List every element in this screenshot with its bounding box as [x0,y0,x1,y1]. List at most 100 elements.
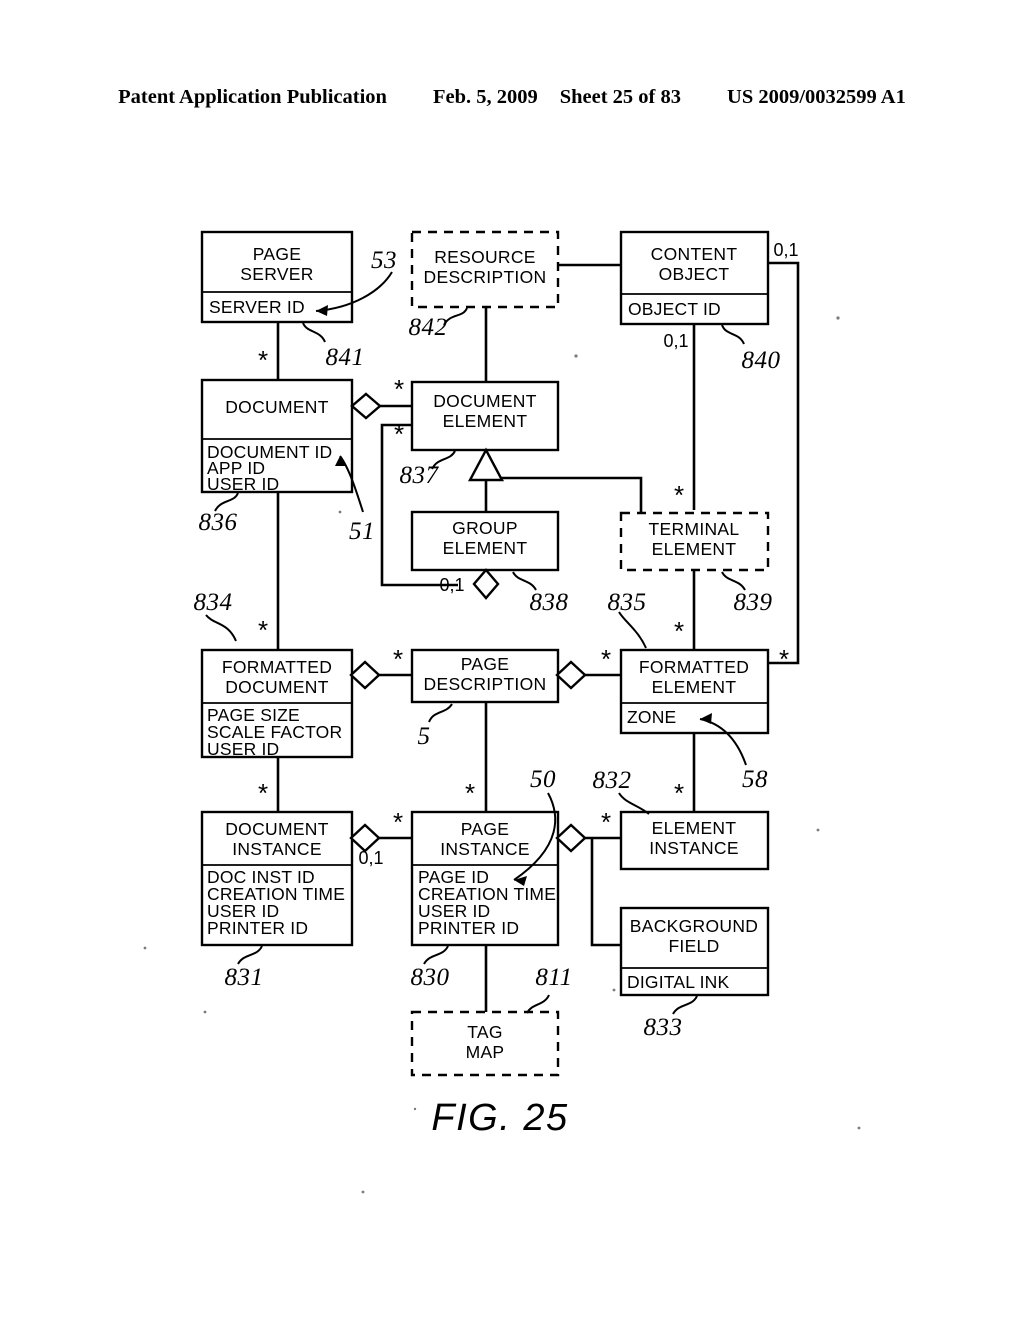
ref-840: 840 [742,347,781,374]
class-box-page-description[interactable]: PAGE DESCRIPTION [410,648,560,704]
class-name-content-object-line2: OBJECT [659,264,730,284]
ref-839: 839 [734,589,773,616]
class-name-formatted-document-line2: DOCUMENT [225,677,329,697]
class-name-page-server-line1: PAGE [253,244,302,264]
scan-speck [413,1107,417,1111]
scan-speck [816,828,820,832]
ref-832: 832 [593,767,632,794]
leader-838 [512,571,537,591]
patent-figure-page: Patent Application Publication Feb. 5, 2… [0,0,1024,1320]
class-name-tag-map-line1: TAG [467,1022,503,1042]
diamond-group-element-aggregation [472,568,500,600]
ref-838: 838 [530,589,569,616]
ref-51: 51 [349,518,375,545]
scan-speck [574,354,578,358]
scan-speck [143,946,147,950]
class-name-document: DOCUMENT [225,397,329,417]
class-box-document[interactable]: DOCUMENT DOCUMENT ID APP ID USER ID [200,378,354,494]
attr-printer-id-document-instance: PRINTER ID [207,918,308,938]
leader-831 [237,945,263,965]
class-name-document-instance-line1: DOCUMENT [225,819,329,839]
attr-printer-id-page-instance: PRINTER ID [418,918,519,938]
multiplicity-element-instance-left: * [601,807,611,837]
attr-user-id-document: USER ID [207,474,279,494]
class-name-document-instance-line2: INSTANCE [232,839,322,859]
attr-digital-ink: DIGITAL INK [627,972,729,992]
class-box-document-instance[interactable]: DOCUMENT INSTANCE DOC INST ID CREATION T… [200,810,354,947]
class-name-formatted-element-line1: FORMATTED [639,657,749,677]
scan-speck [203,1010,207,1014]
leader-830 [423,945,449,965]
class-name-document-element-line1: DOCUMENT [433,391,537,411]
link-content-object-formatted-element [768,261,800,665]
ref-833: 833 [644,1014,683,1041]
ref-50: 50 [530,766,556,793]
ref-58: 58 [742,766,768,793]
scan-speck [836,316,840,320]
class-box-terminal-element[interactable]: TERMINAL ELEMENT [619,511,770,572]
scan-speck [361,1190,365,1194]
multiplicity-content-object-bottom: 0,1 [663,331,688,351]
link-page-instance-background-field [590,838,621,947]
ref-837: 837 [400,462,440,489]
class-name-formatted-element-line2: ELEMENT [652,677,737,697]
ref-830: 830 [411,964,450,991]
class-name-element-instance-line2: INSTANCE [649,838,739,858]
leader-833 [672,995,698,1015]
class-box-page-instance[interactable]: PAGE INSTANCE PAGE ID CREATION TIME USER… [410,810,560,947]
scan-speck [857,1126,861,1130]
class-box-content-object[interactable]: CONTENT OBJECT OBJECT ID [619,230,770,326]
class-box-tag-map[interactable]: TAG MAP [410,1010,560,1077]
ref-834: 834 [194,589,233,616]
class-name-group-element-line1: GROUP [452,518,518,538]
ref-811: 811 [535,964,572,991]
class-name-resource-description-line1: RESOURCE [434,247,536,267]
leader-840 [721,324,745,345]
class-name-page-instance-line1: PAGE [461,819,510,839]
multiplicity-document-instance-right: 0,1 [358,848,383,868]
class-box-document-element[interactable]: DOCUMENT ELEMENT [410,380,560,452]
class-name-background-field-line1: BACKGROUND [630,916,758,936]
scan-speck [338,510,342,514]
class-box-element-instance[interactable]: ELEMENT INSTANCE [619,810,770,871]
leader-811 [526,994,550,1014]
multiplicity-page-instance-left: * [393,807,403,837]
link-generalization-branch [486,476,643,513]
ref-841: 841 [326,344,365,371]
attr-object-id: OBJECT ID [628,299,721,319]
class-name-terminal-element-line2: ELEMENT [652,539,737,559]
figure-label: FIG. 25 [431,1097,568,1139]
multiplicity-formatted-element-left: * [601,644,611,674]
leader-5 [428,703,453,723]
multiplicity-page-instance-top: * [465,778,475,808]
class-name-tag-map-line2: MAP [466,1042,505,1062]
ref-53: 53 [371,247,397,274]
multiplicity-formatted-element-top: * [674,616,684,646]
diamond-page-instance-aggregation [555,823,587,853]
multiplicity-document-instance-top: * [258,778,268,808]
class-name-element-instance-line1: ELEMENT [652,818,737,838]
class-name-group-element-line2: ELEMENT [443,538,528,558]
class-box-resource-description[interactable]: RESOURCE DESCRIPTION [410,230,560,309]
class-box-formatted-element[interactable]: FORMATTED ELEMENT ZONE [619,648,770,735]
ref-836: 836 [199,509,238,536]
ref-5: 5 [418,723,431,750]
attr-server-id: SERVER ID [209,297,305,317]
multiplicity-document-top: * [258,345,268,375]
multiplicity-formatted-document-top: * [258,615,268,645]
multiplicity-content-object-right: 0,1 [773,240,798,260]
scan-speck [612,988,616,992]
class-box-background-field[interactable]: BACKGROUND FIELD DIGITAL INK [619,906,770,997]
class-name-page-description-line2: DESCRIPTION [424,674,547,694]
class-name-formatted-document-line1: FORMATTED [222,657,332,677]
class-name-terminal-element-line1: TERMINAL [649,519,740,539]
leader-834 [205,614,237,642]
class-name-page-server-line2: SERVER [240,264,313,284]
class-name-page-instance-line2: INSTANCE [440,839,530,859]
class-name-page-description-line1: PAGE [461,654,510,674]
class-box-group-element[interactable]: GROUP ELEMENT [410,510,560,572]
multiplicity-document-element-left-upper: * [394,374,404,404]
diamond-page-description-aggregation [555,660,587,690]
class-box-formatted-document[interactable]: FORMATTED DOCUMENT PAGE SIZE SCALE FACTO… [200,648,354,759]
class-name-document-element-line2: ELEMENT [443,411,528,431]
